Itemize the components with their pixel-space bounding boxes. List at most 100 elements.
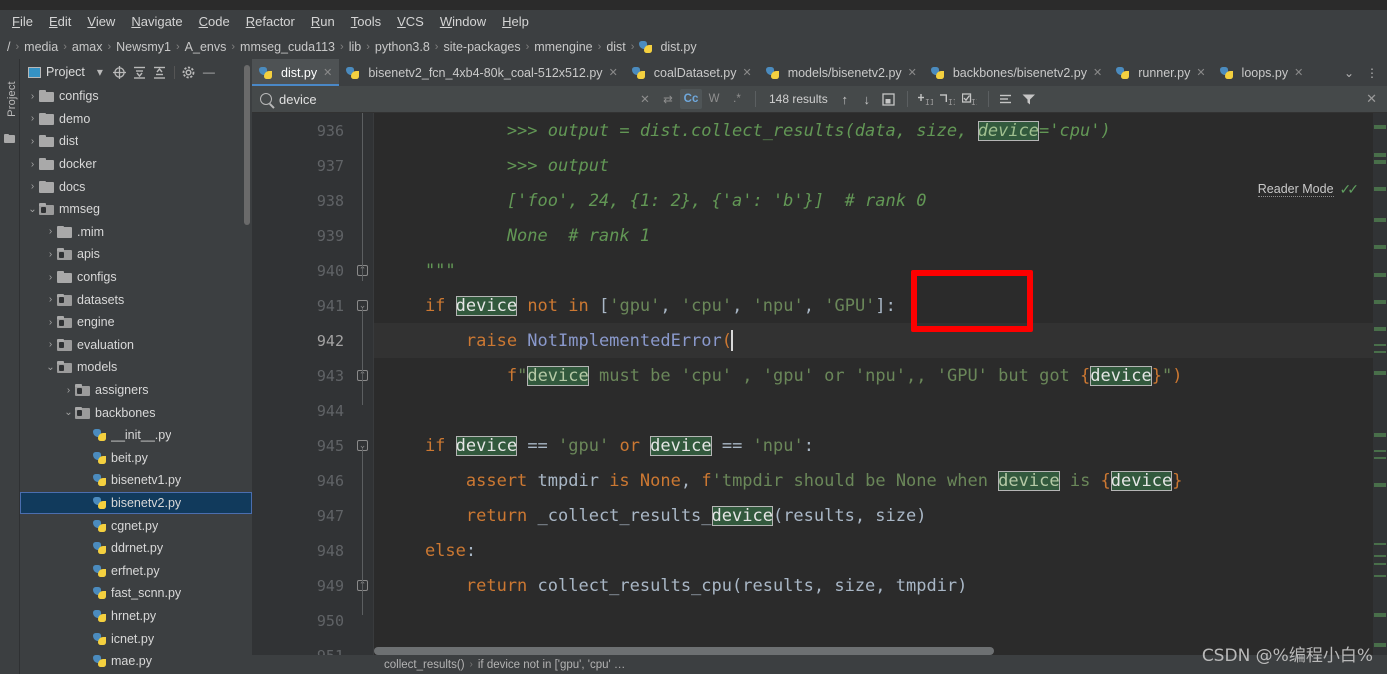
path-crumb-5[interactable]: mmseg_cuda113: [237, 40, 338, 54]
gear-icon[interactable]: [180, 63, 198, 81]
tree-expand-arrow[interactable]: ›: [44, 339, 57, 350]
code-surface[interactable]: 936 937 938 939 940 941 942 943 944 945 946 947 948 9…: [252, 113, 1387, 674]
occurrence-marker[interactable]: [1374, 433, 1386, 437]
scope-icon[interactable]: [996, 89, 1018, 109]
editor-tab-coaldataset-py[interactable]: coalDataset.py ✕: [624, 59, 759, 86]
marker-rail[interactable]: [1373, 113, 1387, 674]
history-icon[interactable]: ⇄: [657, 89, 679, 109]
editor-tab-dist-py[interactable]: dist.py ✕: [252, 59, 340, 86]
code-line-939[interactable]: None # rank 1: [374, 218, 1387, 253]
tree-expand-arrow[interactable]: ›: [26, 91, 39, 102]
path-crumb-3[interactable]: Newsmy1: [113, 40, 174, 54]
target-icon[interactable]: [111, 63, 129, 81]
menu-item-vcs[interactable]: VCS: [389, 12, 432, 32]
tree-item-configs[interactable]: › configs: [20, 85, 252, 108]
occurrence-marker[interactable]: [1374, 125, 1386, 129]
occurrence-marker[interactable]: [1374, 457, 1386, 459]
project-panel-title[interactable]: Project: [24, 65, 89, 79]
occurrence-marker[interactable]: [1374, 327, 1386, 331]
words-toggle[interactable]: W: [703, 89, 725, 109]
tree-expand-arrow[interactable]: ›: [44, 272, 57, 283]
code-line-936[interactable]: >>> output = dist.collect_results(data, …: [374, 113, 1387, 148]
expand-all-icon[interactable]: [151, 63, 169, 81]
code-lines[interactable]: >>> output = dist.collect_results(data, …: [374, 113, 1387, 674]
reader-mode-indicator[interactable]: Reader Mode ✓✓: [1257, 181, 1359, 198]
code-line-943[interactable]: f " device must be 'cpu' , 'gpu' or 'npu',…: [374, 358, 1387, 393]
arrow-up-icon[interactable]: ↑: [834, 89, 856, 109]
code-line-949[interactable]: return collect_results_cpu (results, size…: [374, 568, 1387, 603]
editor-tab-runner-py[interactable]: runner.py ✕: [1109, 59, 1213, 86]
code-line-948[interactable]: else:: [374, 533, 1387, 568]
code-line-944[interactable]: [374, 393, 1387, 428]
occurrence-marker[interactable]: [1374, 575, 1386, 577]
tree-item-configs[interactable]: › configs: [20, 266, 252, 289]
chevron-down-icon[interactable]: ⌄: [1339, 66, 1359, 80]
tree-item-icnet-py[interactable]: icnet.py: [20, 627, 252, 650]
tree-item-fast-scnn-py[interactable]: fast_scnn.py: [20, 582, 252, 605]
code-line-950[interactable]: [374, 603, 1387, 638]
add-occurrence-icon[interactable]: II: [915, 89, 937, 109]
more-vertical-icon[interactable]: ⋮: [1361, 66, 1383, 80]
close-tab-icon[interactable]: ✕: [1196, 66, 1205, 79]
tree-scrollbar[interactable]: [244, 65, 250, 225]
occurrence-marker[interactable]: [1374, 643, 1386, 647]
tree-item-beit-py[interactable]: beit.py: [20, 447, 252, 470]
tree-expand-arrow[interactable]: ›: [44, 317, 57, 328]
project-tool-label[interactable]: Project: [6, 71, 18, 127]
tree-expand-arrow[interactable]: ⌄: [44, 362, 57, 373]
path-crumb-7[interactable]: python3.8: [372, 40, 433, 54]
tree-item-erfnet-py[interactable]: erfnet.py: [20, 559, 252, 582]
occurrence-marker[interactable]: [1374, 160, 1386, 164]
occurrence-marker[interactable]: [1374, 344, 1386, 346]
close-tab-icon[interactable]: ✕: [908, 66, 917, 79]
close-tab-icon[interactable]: ✕: [609, 66, 618, 79]
tree-item-backbones[interactable]: ⌄ backbones: [20, 401, 252, 424]
code-line-941[interactable]: if device not in ['gpu', 'cpu', 'npu', '…: [374, 288, 1387, 323]
code-line-937[interactable]: >>> output: [374, 148, 1387, 183]
occurrence-marker[interactable]: [1374, 563, 1386, 565]
tree-item-ddrnet-py[interactable]: ddrnet.py: [20, 537, 252, 560]
menu-item-file[interactable]: File: [4, 12, 41, 32]
menu-item-view[interactable]: View: [79, 12, 123, 32]
tree-item-bisenetv2-py[interactable]: bisenetv2.py: [20, 491, 252, 515]
tree-expand-arrow[interactable]: ›: [44, 294, 57, 305]
regex-toggle[interactable]: .*: [726, 89, 748, 109]
tree-expand-arrow[interactable]: ›: [26, 113, 39, 124]
menu-item-navigate[interactable]: Navigate: [123, 12, 190, 32]
path-crumb-0[interactable]: /: [4, 40, 13, 54]
occurrence-marker[interactable]: [1374, 245, 1386, 249]
path-crumb-4[interactable]: A_envs: [182, 40, 230, 54]
tree-item-docker[interactable]: › docker: [20, 153, 252, 176]
occurrence-marker[interactable]: [1374, 273, 1386, 277]
occurrence-marker[interactable]: [1374, 613, 1386, 617]
path-crumb-8[interactable]: site-packages: [440, 40, 523, 54]
path-crumb-2[interactable]: amax: [69, 40, 106, 54]
close-tab-icon[interactable]: ✕: [323, 66, 332, 79]
tree-expand-arrow[interactable]: ›: [26, 159, 39, 170]
code-line-946[interactable]: assert tmpdir is None, f'tmpdir should b…: [374, 463, 1387, 498]
tree-expand-arrow[interactable]: ›: [26, 181, 39, 192]
occurrence-marker[interactable]: [1374, 483, 1386, 487]
tree-item--init-py[interactable]: __init__.py: [20, 424, 252, 447]
tree-item-evaluation[interactable]: › evaluation: [20, 334, 252, 357]
tree-item-mae-py[interactable]: mae.py: [20, 650, 252, 673]
tree-item-bisenetv1-py[interactable]: bisenetv1.py: [20, 469, 252, 492]
structure-crumb-1[interactable]: if device not in ['gpu', 'cpu' …: [478, 659, 626, 671]
tree-expand-arrow[interactable]: ›: [44, 249, 57, 260]
check-occurrence-icon[interactable]: II: [959, 89, 981, 109]
code-line-938[interactable]: ['foo', 24, {1: 2}, {'a': 'b'}] # rank 0: [374, 183, 1387, 218]
collapse-all-icon[interactable]: [131, 63, 149, 81]
horizontal-scrollbar-thumb[interactable]: [374, 647, 994, 655]
tree-item-dist[interactable]: › dist: [20, 130, 252, 153]
tree-item-apis[interactable]: › apis: [20, 243, 252, 266]
chevron-down-icon[interactable]: ▾: [91, 63, 109, 81]
editor-tab-loops-py[interactable]: loops.py ✕: [1212, 59, 1311, 86]
tree-expand-arrow[interactable]: ›: [62, 385, 75, 396]
tree-item-demo[interactable]: › demo: [20, 108, 252, 131]
path-crumb-10[interactable]: dist: [603, 40, 628, 54]
tree-item-datasets[interactable]: › datasets: [20, 288, 252, 311]
tree-item-hrnet-py[interactable]: hrnet.py: [20, 605, 252, 628]
occurrence-marker[interactable]: [1374, 543, 1386, 545]
tree-item-docs[interactable]: › docs: [20, 175, 252, 198]
tree-item-mmseg[interactable]: ⌄ mmseg: [20, 198, 252, 221]
